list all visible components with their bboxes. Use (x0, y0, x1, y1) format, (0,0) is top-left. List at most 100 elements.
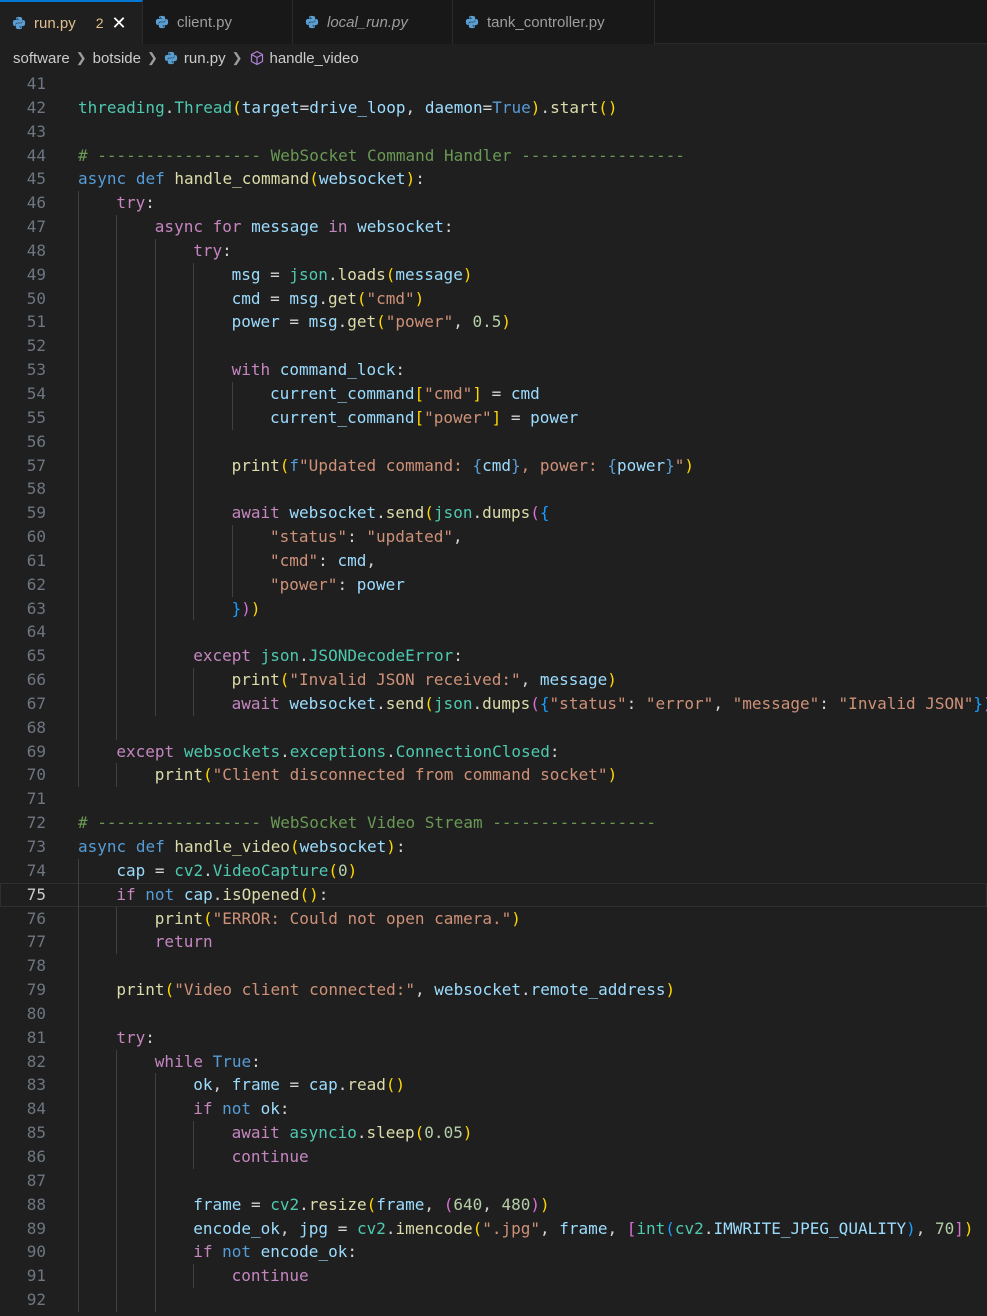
code-line[interactable]: 72 # ----------------- WebSocket Video St… (0, 811, 987, 835)
code-token: ( (424, 503, 434, 523)
code-line[interactable]: 55 current_command["power"] = power (0, 405, 987, 430)
line-number: 89 (26, 1218, 46, 1238)
code-line[interactable]: 69 except websockets.exceptions.Connectio… (0, 739, 987, 764)
line-number: 82 (26, 1051, 46, 1071)
code-token: drive_loop (309, 97, 406, 117)
code-line[interactable]: 74 cap = cv2.VideoCapture(0) (0, 858, 987, 883)
code-line[interactable]: 85 await asyncio.sleep(0.05) (0, 1121, 987, 1145)
code-token: "cmd" (366, 288, 415, 308)
code-line[interactable]: 79 print("Video client connected:", webso… (0, 978, 987, 1002)
code-line[interactable]: 49 msg = json.loads(message) (0, 262, 987, 287)
code-line[interactable]: 48 try: (0, 238, 987, 263)
code-token: ) (665, 980, 676, 1000)
code-line[interactable]: 43 (0, 120, 987, 144)
code-line[interactable]: 50 cmd = msg.get("cmd") (0, 286, 987, 311)
indent-guide (193, 525, 195, 549)
code-line[interactable]: 70 print("Client disconnected from comman… (0, 763, 987, 788)
code-token: get (347, 312, 377, 332)
code-line[interactable]: 66 print("Invalid JSON received:", messag… (0, 668, 987, 692)
indent-guide (116, 310, 118, 335)
breadcrumb-item-symbol[interactable]: handle_video (270, 50, 359, 67)
code-token: cv2 (174, 860, 204, 880)
close-icon[interactable]: ✕ (112, 14, 127, 32)
code-line[interactable]: 46 try: (0, 191, 987, 216)
code-line[interactable]: 56 (0, 429, 987, 454)
code-line[interactable]: 52 (0, 334, 987, 359)
breadcrumb-item-software[interactable]: software (13, 50, 70, 67)
code-token: ( (279, 670, 290, 690)
code-line[interactable]: 71 (0, 787, 987, 811)
code-token: except (193, 646, 251, 666)
code-line[interactable]: 87 (0, 1168, 987, 1193)
code-token: 0.05 (424, 1123, 463, 1143)
tab-run-py[interactable]: run.py 2 ✕ (0, 0, 143, 44)
indent-guide (116, 906, 118, 931)
code-token: . (472, 693, 483, 713)
indent-guide (116, 525, 118, 549)
code-token: . (299, 646, 309, 666)
code-token: not (222, 1242, 251, 1262)
code-line[interactable]: 57 print(f"Updated command: {cmd}, power:… (0, 453, 987, 478)
line-number: 48 (26, 240, 46, 260)
code-text: if not encode_ok: (193, 1240, 357, 1264)
code-line[interactable]: 42 threading.Thread(target=drive_loop, da… (0, 96, 987, 120)
code-line[interactable]: 68 (0, 715, 987, 740)
code-line[interactable]: 44 # ----------------- WebSocket Command … (0, 144, 987, 168)
code-token: power (231, 312, 280, 332)
indent-guide (78, 1240, 79, 1265)
code-line[interactable]: 77 return (0, 930, 987, 955)
line-number: 45 (26, 169, 46, 189)
code-line[interactable]: 59 await websocket.send(json.dumps({ (0, 501, 987, 526)
code-token: "status" (270, 527, 348, 547)
code-line[interactable]: 51 power = msg.get("power", 0.5) (0, 310, 987, 335)
code-line[interactable]: 83 ok, frame = cap.read() (0, 1073, 987, 1098)
code-line[interactable]: 86 continue (0, 1144, 987, 1169)
code-line[interactable]: 63})) (0, 596, 987, 621)
code-line[interactable]: 53 with command_lock: (0, 358, 987, 382)
tab-local-run-py[interactable]: local_run.py (293, 0, 453, 44)
code-line[interactable]: 90 if not encode_ok: (0, 1240, 987, 1265)
code-line[interactable]: 76 print("ERROR: Could not open camera.") (0, 906, 987, 931)
tab-tank-controller-py[interactable]: tank_controller.py (453, 0, 655, 44)
code-line[interactable]: 91 continue (0, 1264, 987, 1289)
code-line[interactable]: 54 current_command["cmd"] = cmd (0, 381, 987, 406)
indent-guide (116, 262, 118, 287)
code-line[interactable]: 78 (0, 954, 987, 979)
code-line[interactable]: 84 if not ok: (0, 1097, 987, 1122)
code-line[interactable]: 62 "power": power (0, 572, 987, 597)
breadcrumb-item-file[interactable]: run.py (184, 50, 226, 67)
code-token: . (318, 288, 328, 308)
code-token: "Invalid JSON" (838, 693, 974, 713)
code-token: VideoCapture (212, 860, 329, 880)
indent-guide (78, 1073, 79, 1098)
line-number: 62 (26, 574, 46, 594)
code-line[interactable]: 61 "cmd": cmd, (0, 548, 987, 573)
code-line[interactable]: 41 (0, 72, 987, 96)
code-editor[interactable]: 41 42 threading.Thread(target=drive_loop, … (0, 72, 987, 1316)
code-token: } (973, 693, 984, 713)
breadcrumb-item-botside[interactable]: botside (93, 50, 141, 67)
code-line[interactable]: 64 (0, 620, 987, 645)
tab-client-py[interactable]: client.py (143, 0, 293, 44)
code-line[interactable]: 45 async def handle_command(websocket): (0, 167, 987, 191)
code-line[interactable]: 80 (0, 1001, 987, 1026)
code-line[interactable]: 89 encode_ok, jpg = cv2.imencode(".jpg", … (0, 1216, 987, 1241)
code-token: = (145, 860, 175, 880)
code-line[interactable]: 73 async def handle_video(websocket): (0, 835, 987, 859)
code-line[interactable]: 88 frame = cv2.resize(frame, (640, 480)) (0, 1192, 987, 1217)
code-text: threading.Thread(target=drive_loop, daem… (78, 96, 618, 120)
code-line[interactable]: 58 (0, 477, 987, 502)
code-line[interactable]: 67 await websocket.send(json.dumps({"stat… (0, 691, 987, 716)
code-line[interactable]: 65 except json.JSONDecodeError: (0, 644, 987, 669)
indent-guide (154, 1073, 156, 1098)
code-line[interactable]: 75 if not cap.isOpened(): (0, 882, 987, 907)
code-line[interactable]: 60 "status": "updated", (0, 525, 987, 549)
indent-guide (78, 525, 79, 549)
code-line[interactable]: 92 (0, 1288, 987, 1312)
line-number: 51 (26, 312, 46, 332)
code-line[interactable]: 81 try: (0, 1025, 987, 1050)
code-line[interactable]: 82 while True: (0, 1049, 987, 1074)
code-line[interactable]: 47 async for message in websocket: (0, 215, 987, 239)
code-token: . (203, 860, 213, 880)
